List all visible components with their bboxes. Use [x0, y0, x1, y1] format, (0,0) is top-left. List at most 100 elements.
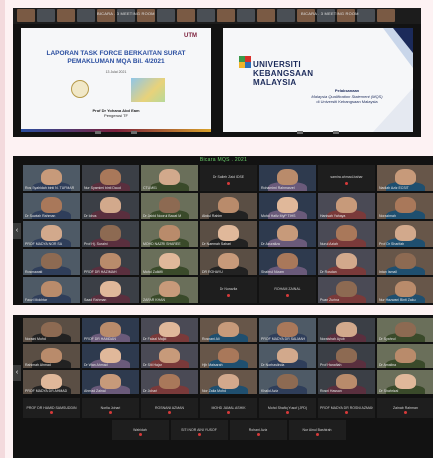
- participant-name: Rohani Aziz: [248, 428, 268, 432]
- participant-tile[interactable]: Wahidah: [111, 420, 169, 440]
- participant-tile[interactable]: Dr Faizal Majid: [141, 318, 198, 342]
- participant-face: [395, 253, 416, 270]
- participant-tile[interactable]: SITI NOR AINI YUSOF: [170, 420, 228, 440]
- previous-page-arrow-icon[interactable]: ‹: [13, 222, 21, 239]
- participant-tile[interactable]: Rohani Aziz: [229, 420, 287, 440]
- video-thumbnail[interactable]: [257, 9, 275, 22]
- participant-name: Dr Rosdan: [320, 270, 337, 274]
- slide-toolbar-icon[interactable]: [95, 131, 101, 134]
- video-thumbnail[interactable]: [177, 9, 195, 22]
- participant-tile[interactable]: PROF DR HAMID SAMSUDDIN: [23, 398, 80, 418]
- participant-tile[interactable]: Dr Syahrul: [377, 318, 433, 342]
- participant-tile[interactable]: Rahimah Ahmad: [23, 344, 80, 368]
- participant-tile[interactable]: Dr Nurazila: [200, 277, 257, 303]
- participant-tile[interactable]: Norlia Johari: [82, 398, 139, 418]
- participant-tile[interactable]: Dr Idrus: [82, 193, 139, 219]
- participant-tile[interactable]: PROF MADYA NOR SA: [23, 221, 80, 247]
- participant-tile[interactable]: Nurul Aziah: [318, 221, 375, 247]
- participant-face: [336, 281, 357, 298]
- video-thumbnail[interactable]: [357, 9, 375, 22]
- participant-tile[interactable]: Mohd Hafiz MyP TIHS: [259, 193, 316, 219]
- participant-tile[interactable]: DR ROHAYU: [200, 249, 257, 275]
- participant-tile[interactable]: Dr Wan Ahmad: [82, 344, 139, 368]
- participant-tile[interactable]: MOHD JAMAL ASHIK: [200, 398, 257, 418]
- participant-tile[interactable]: Dr Jabid Noorul Bacat M: [141, 193, 198, 219]
- participant-name: Puan Zurina: [320, 298, 340, 302]
- participant-tile[interactable]: MOHD NAZRI SHAREE: [141, 221, 198, 247]
- video-thumbnail[interactable]: [17, 9, 35, 22]
- participant-tile[interactable]: Mohd Zulkifli: [141, 249, 198, 275]
- participant-tile[interactable]: Intan Ismail: [377, 249, 433, 275]
- participant-tile[interactable]: Saad Rahman: [82, 277, 139, 303]
- participant-tile[interactable]: Hanisah Yahaya: [318, 193, 375, 219]
- participant-tile[interactable]: Nor Zaila Mohd: [200, 370, 257, 394]
- participant-tile[interactable]: Dr Rosdan: [318, 249, 375, 275]
- participant-tile[interactable]: Noraini Mohd: [23, 318, 80, 342]
- participant-face: [159, 373, 180, 389]
- participant-tile[interactable]: Dr Azuraliza: [259, 221, 316, 247]
- participant-face: [277, 225, 298, 242]
- participant-tile[interactable]: Dr Shahrizal: [377, 370, 433, 394]
- video-thumbnail[interactable]: [217, 9, 235, 22]
- participant-tile[interactable]: ROSNANI AZMAN: [141, 398, 198, 418]
- participant-tile[interactable]: CTUM01: [141, 165, 198, 191]
- participant-tile[interactable]: ZAFAR KHAN: [141, 277, 198, 303]
- participant-tile[interactable]: Rosnani Ali: [200, 318, 257, 342]
- participant-tile[interactable]: Ros Syahidah binti N. TUFMAR: [23, 165, 80, 191]
- previous-page-arrow-icon[interactable]: ‹: [13, 365, 21, 381]
- participant-tile[interactable]: PROF MADYA DR ROSNI AZMAN: [318, 398, 375, 418]
- shared-slide-utm[interactable]: UTM LAPORAN TASK FORCE BERKAITAN SURAT P…: [21, 28, 211, 132]
- participant-tile[interactable]: Dr Amalina: [377, 344, 433, 368]
- participant-tile[interactable]: Zainab Rahman: [377, 398, 433, 418]
- participant-tile[interactable]: Dr Salleh Zaid IDSE: [200, 165, 257, 191]
- participant-tile[interactable]: Hjh Maisarah: [200, 344, 257, 368]
- participant-tile[interactable]: samira.ahmad-bahar: [318, 165, 375, 191]
- participant-name: Noraini Mohd: [25, 337, 46, 341]
- video-thumbnail[interactable]: [237, 9, 255, 22]
- university-name: UNIVERSITI KEBANGSAAN MALAYSIA: [253, 60, 313, 87]
- participant-tile[interactable]: Ahmad Zainal: [82, 370, 139, 394]
- participant-tile[interactable]: Dr Norhaslinda: [259, 344, 316, 368]
- participant-tile[interactable]: Dr Johari: [141, 370, 198, 394]
- participant-tile[interactable]: Prof Hj. Suraini: [82, 221, 139, 247]
- slide-toolbar-icon[interactable]: [333, 131, 339, 134]
- video-thumbnail[interactable]: [277, 9, 295, 22]
- participant-tile[interactable]: Nur Syamimi binti Daud: [82, 165, 139, 191]
- participant-tile[interactable]: Nadiah Aziz ECSIT: [377, 165, 433, 191]
- participant-tile[interactable]: Khalid Aziz: [259, 370, 316, 394]
- participant-tile[interactable]: Norazimah: [377, 193, 433, 219]
- video-thumbnail[interactable]: [157, 9, 175, 22]
- participant-tile[interactable]: Mohd Shafiq Yusof (JPD): [259, 398, 316, 418]
- participant-name: Noraishah Ayub: [320, 337, 345, 341]
- participant-tile[interactable]: Dr Suwiah Rahman: [23, 193, 80, 219]
- participant-tile[interactable]: Nur Ainul Bashirah: [288, 420, 346, 440]
- participant-tile[interactable]: Nur Hazwani Binti Zaku: [377, 277, 433, 303]
- participant-tile[interactable]: Noraishah Ayub: [318, 318, 375, 342]
- video-thumbnail[interactable]: [377, 9, 395, 22]
- participant-tile[interactable]: Dr Siti Hajar: [141, 344, 198, 368]
- video-thumbnail[interactable]: [37, 9, 55, 22]
- participant-tile[interactable]: Abdul Rahim: [200, 193, 257, 219]
- participant-tile[interactable]: ROHAM ZAINAL: [259, 277, 316, 303]
- participant-tile[interactable]: Prof Hanafiah: [318, 344, 375, 368]
- slide-toolbar-icon[interactable]: [131, 131, 137, 134]
- video-thumbnail[interactable]: [57, 9, 75, 22]
- participant-tile[interactable]: PROF MADYA DR AHMAD: [23, 370, 80, 394]
- participant-tile[interactable]: Dr Naemah Sahari: [200, 221, 257, 247]
- participant-tile[interactable]: Shahrul Nizam: [259, 249, 316, 275]
- participant-tile[interactable]: Fauzi Mokhtar: [23, 277, 80, 303]
- participant-tile[interactable]: Rosni Hassan: [318, 370, 375, 394]
- participant-tile[interactable]: Puan Zurina: [318, 277, 375, 303]
- participant-tile[interactable]: Prof Dr Sharifah: [377, 221, 433, 247]
- shared-slide-ukm[interactable]: UNIVERSITI KEBANGSAAN MALAYSIA Pelaksana…: [223, 28, 413, 132]
- participant-tile[interactable]: PROF DR HAMDAN: [82, 318, 139, 342]
- slide-toolbar-icon[interactable]: [297, 131, 303, 134]
- participant-tile[interactable]: Rosmawati: [23, 249, 80, 275]
- participant-tile[interactable]: PROF DR HAZIMAH: [82, 249, 139, 275]
- video-thumbnail[interactable]: [77, 9, 95, 22]
- participant-face: [336, 197, 357, 214]
- participant-tile[interactable]: Rohamimi Rahmarzel: [259, 165, 316, 191]
- participant-tile[interactable]: PROF MADYA DR SALMAH: [259, 318, 316, 342]
- video-thumbnail[interactable]: [197, 9, 215, 22]
- participant-name: Dr Wan Ahmad: [84, 363, 108, 367]
